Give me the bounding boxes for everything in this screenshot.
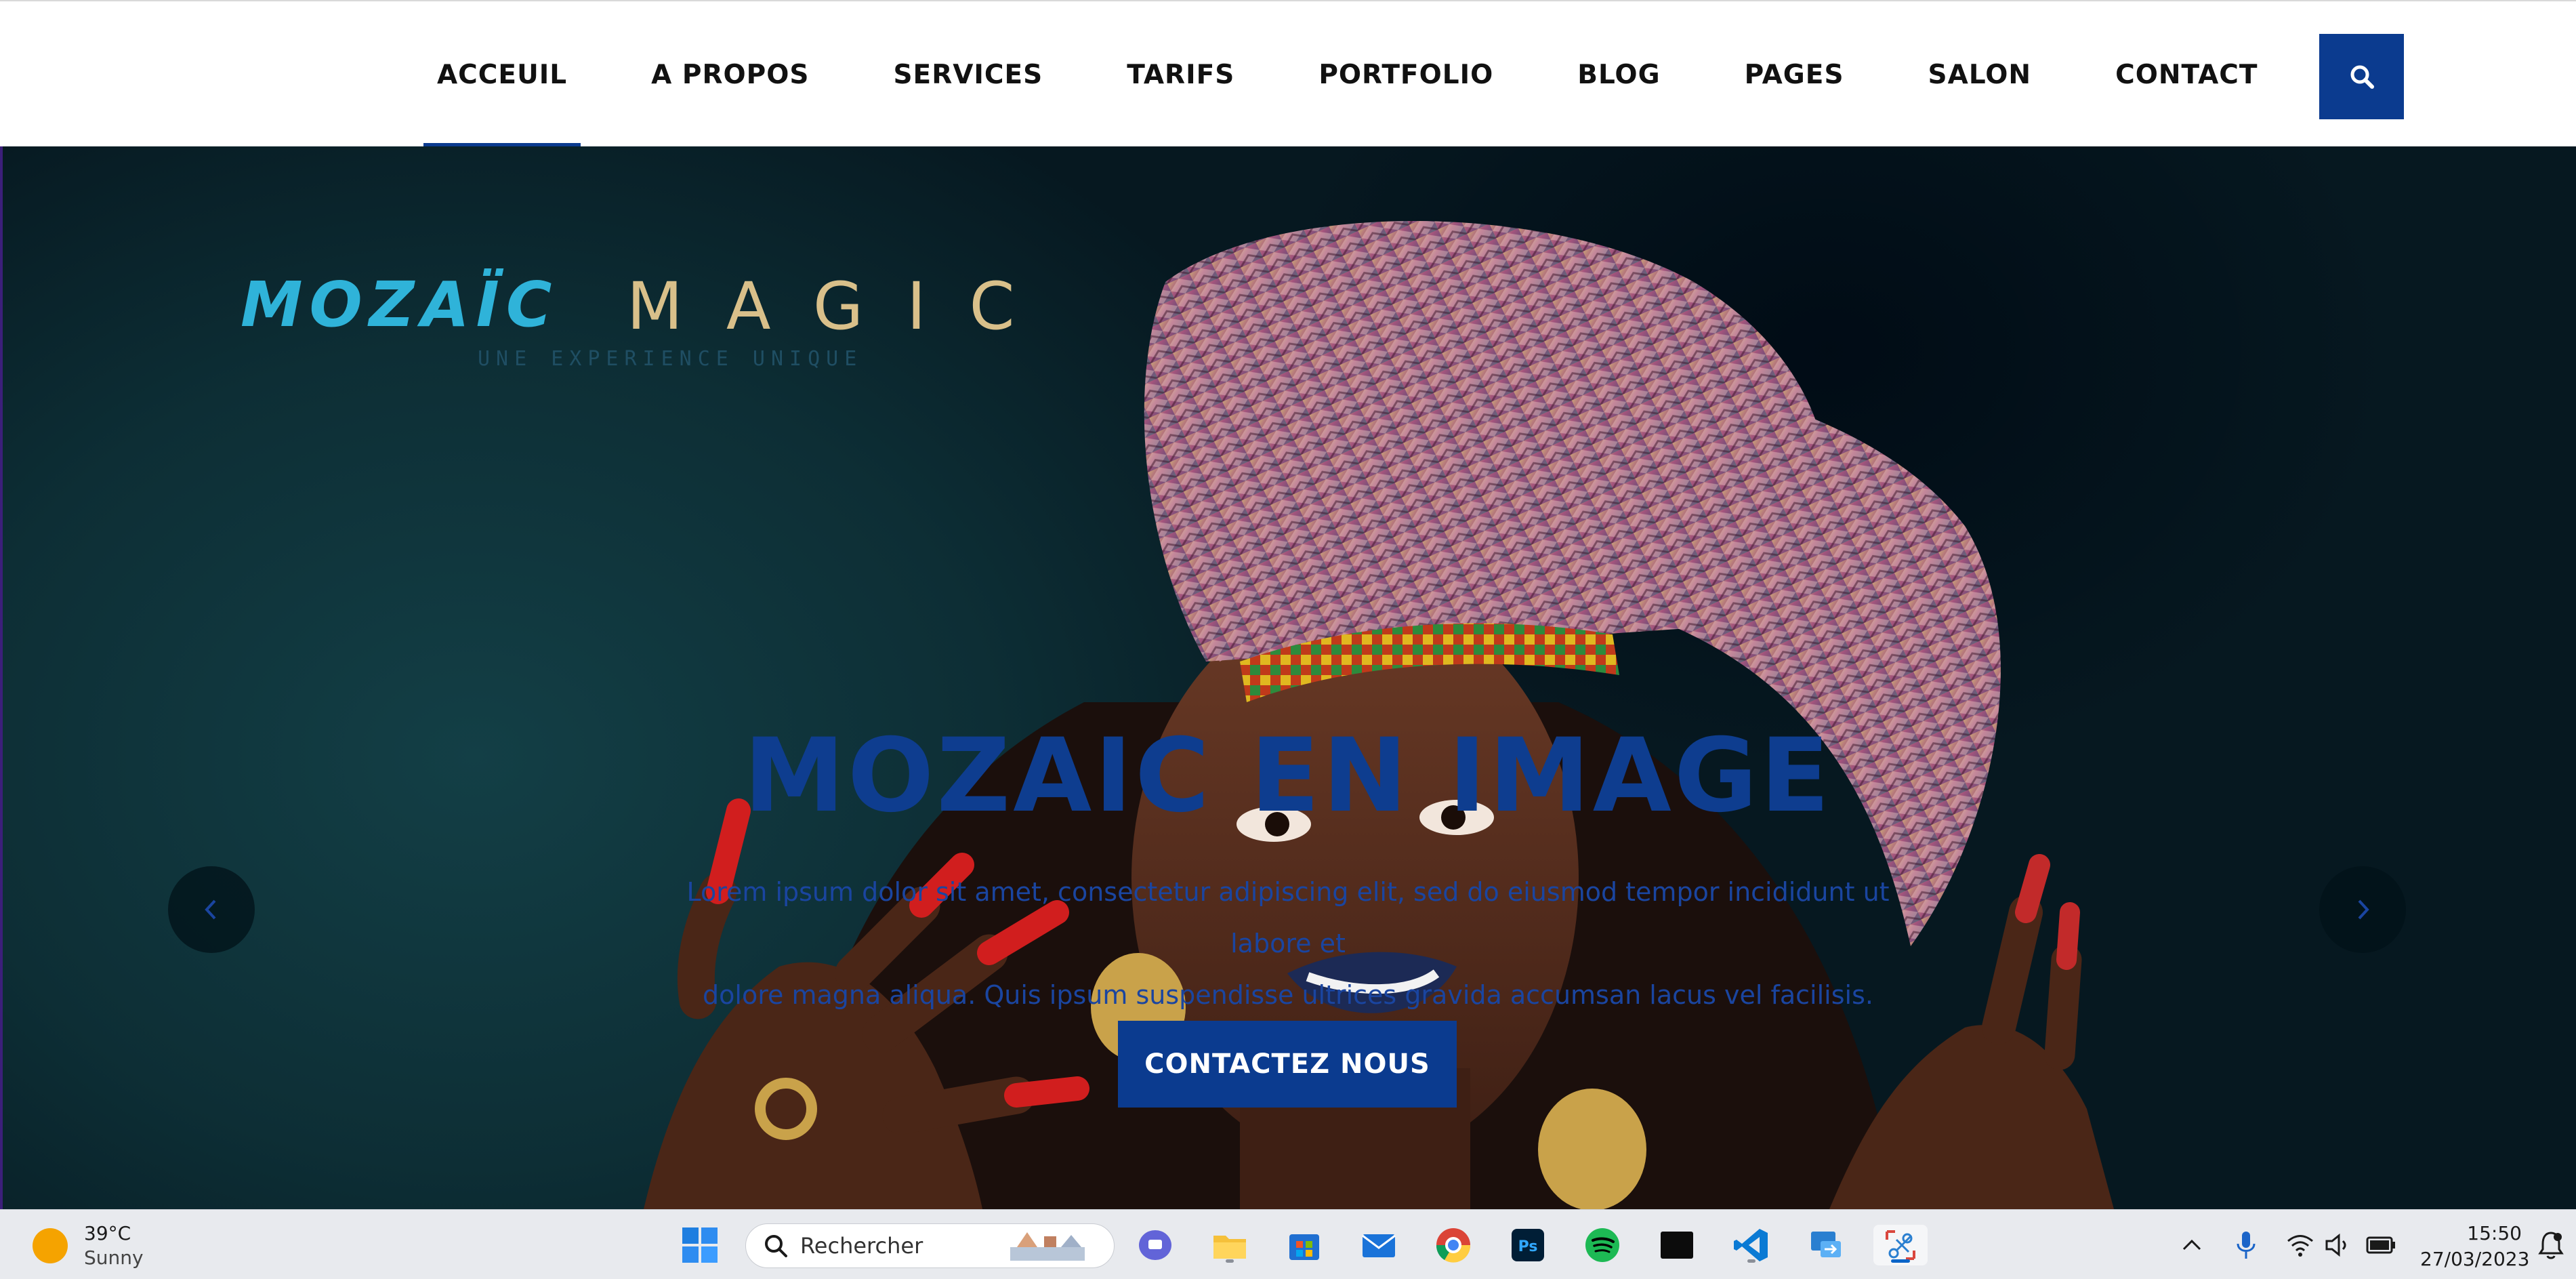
nav-item-portfolio[interactable]: PORTFOLIO	[1305, 1, 1507, 148]
search-icon	[2350, 65, 2374, 89]
battery-button[interactable]	[2361, 1225, 2402, 1265]
taskbar-search[interactable]	[745, 1223, 1115, 1268]
main-menu: ACCEUIL A PROPOS SERVICES TARIFS PORTFOL…	[423, 1, 2328, 148]
logo-tagline: UNE EXPERIENCE UNIQUE	[478, 347, 863, 371]
weather-condition: Sunny	[84, 1246, 144, 1269]
active-indicator	[1747, 1259, 1756, 1263]
nav-item-salon[interactable]: SALON	[1915, 1, 2045, 148]
nav-item-label: SALON	[1928, 59, 2032, 90]
search-highlight-icon	[1010, 1232, 1085, 1261]
speaker-icon	[2325, 1233, 2346, 1257]
battery-icon	[2366, 1236, 2395, 1254]
chrome-icon	[1436, 1228, 1471, 1263]
active-indicator	[1891, 1259, 1910, 1263]
nav-item-label: PORTFOLIO	[1318, 59, 1494, 90]
hero-description-line: dolore magna aliqua. Quis ipsum suspendi…	[703, 980, 1873, 1010]
nav-item-label: ACCEUIL	[437, 59, 568, 90]
taskbar-app-vscode[interactable]	[1731, 1225, 1772, 1265]
wifi-icon	[2287, 1235, 2313, 1257]
hero-title: MOZAIC EN IMAGE	[743, 717, 1833, 835]
slider-next-button[interactable]	[2319, 866, 2406, 953]
taskbar-app-terminal[interactable]	[1657, 1225, 1697, 1265]
taskbar-app-spotify[interactable]	[1582, 1225, 1623, 1265]
store-icon	[1289, 1234, 1319, 1260]
weather-widget[interactable]: 39°C Sunny	[33, 1219, 144, 1272]
nav-item-label: BLOG	[1577, 59, 1661, 90]
nav-item-label: PAGES	[1744, 59, 1844, 90]
notification-bell-icon	[2538, 1232, 2564, 1259]
taskbar-app-photoshop[interactable]: Ps	[1508, 1225, 1548, 1265]
spotify-icon	[1585, 1228, 1619, 1262]
logo-mozaic-text: MOZAÏC	[241, 268, 559, 341]
photoshop-icon: Ps	[1512, 1229, 1544, 1261]
file-explorer-icon	[1213, 1236, 1246, 1259]
windows-start-button[interactable]	[680, 1225, 720, 1265]
hero-description: Lorem ipsum dolor sit amet, consectetur …	[671, 866, 1905, 1021]
slider-prev-button[interactable]	[168, 866, 255, 953]
chevron-left-icon	[205, 899, 216, 920]
show-hidden-icons-button[interactable]	[2172, 1225, 2212, 1265]
nav-item-blog[interactable]: BLOG	[1564, 1, 1674, 148]
remote-desktop-icon	[1811, 1232, 1841, 1257]
notifications-button[interactable]	[2531, 1225, 2571, 1265]
search-button[interactable]	[2319, 34, 2404, 119]
microphone-icon	[2237, 1232, 2256, 1259]
weather-text: 39°C Sunny	[84, 1221, 144, 1270]
nav-item-label: TARIFS	[1127, 59, 1235, 90]
weather-temperature: 39°C	[84, 1222, 131, 1244]
microphone-button[interactable]	[2226, 1225, 2266, 1265]
nav-item-a-propos[interactable]: A PROPOS	[638, 1, 823, 148]
nav-item-label: CONTACT	[2115, 59, 2258, 90]
contact-us-button[interactable]: CONTACTEZ NOUS	[1118, 1021, 1457, 1108]
active-indicator	[1226, 1259, 1234, 1263]
network-button[interactable]	[2280, 1225, 2321, 1265]
volume-button[interactable]	[2317, 1225, 2358, 1265]
mail-icon	[1362, 1234, 1396, 1257]
system-clock[interactable]: 15:50 27/03/2023	[2420, 1221, 2530, 1272]
hero-slider: MOZAÏC MAGIC UNE EXPERIENCE UNIQUE MOZAI…	[0, 146, 2576, 1209]
top-navbar: ACCEUIL A PROPOS SERVICES TARIFS PORTFOL…	[0, 0, 2576, 148]
nav-item-services[interactable]: SERVICES	[879, 1, 1056, 148]
nav-item-tarifs[interactable]: TARIFS	[1113, 1, 1248, 148]
taskbar-app-mail[interactable]	[1358, 1225, 1399, 1265]
taskbar-app-remote[interactable]	[1806, 1225, 1846, 1265]
taskbar-app-snipping-tool[interactable]	[1873, 1225, 1928, 1265]
taskbar-app-chrome[interactable]	[1433, 1225, 1474, 1265]
clock-time: 15:50	[2467, 1222, 2522, 1244]
taskbar-app-file-explorer[interactable]	[1209, 1225, 1250, 1265]
clock-date: 27/03/2023	[2420, 1248, 2530, 1270]
windows-start-icon	[682, 1227, 718, 1263]
svg-text:Ps: Ps	[1518, 1238, 1538, 1255]
contact-us-label: CONTACTEZ NOUS	[1144, 1049, 1430, 1080]
logo-magic-text: MAGIC	[627, 268, 1058, 344]
chevron-up-icon	[2182, 1239, 2201, 1251]
vscode-icon	[1734, 1229, 1768, 1261]
nav-item-acceuil[interactable]: ACCEUIL	[423, 1, 581, 148]
taskbar-app-teams[interactable]	[1135, 1225, 1176, 1265]
hero-description-line: Lorem ipsum dolor sit amet, consectetur …	[686, 877, 1890, 958]
taskbar-app-store[interactable]	[1284, 1225, 1325, 1265]
terminal-icon	[1661, 1232, 1693, 1259]
nav-item-label: SERVICES	[893, 59, 1043, 90]
windows-taskbar: 39°C Sunny Rechercher Ps 15:50 27/03/202…	[0, 1209, 2576, 1279]
snipping-tool-icon	[1886, 1230, 1915, 1260]
teams-chat-icon	[1139, 1230, 1171, 1260]
nav-item-pages[interactable]: PAGES	[1731, 1, 1858, 148]
taskbar-search-input[interactable]	[800, 1233, 1003, 1259]
brand-logo: MOZAÏC MAGIC UNE EXPERIENCE UNIQUE	[241, 262, 1040, 397]
search-icon	[765, 1235, 787, 1257]
nav-item-contact[interactable]: CONTACT	[2102, 1, 2271, 148]
chevron-right-icon	[2358, 899, 2369, 920]
sun-icon	[33, 1228, 68, 1263]
nav-item-label: A PROPOS	[651, 59, 810, 90]
